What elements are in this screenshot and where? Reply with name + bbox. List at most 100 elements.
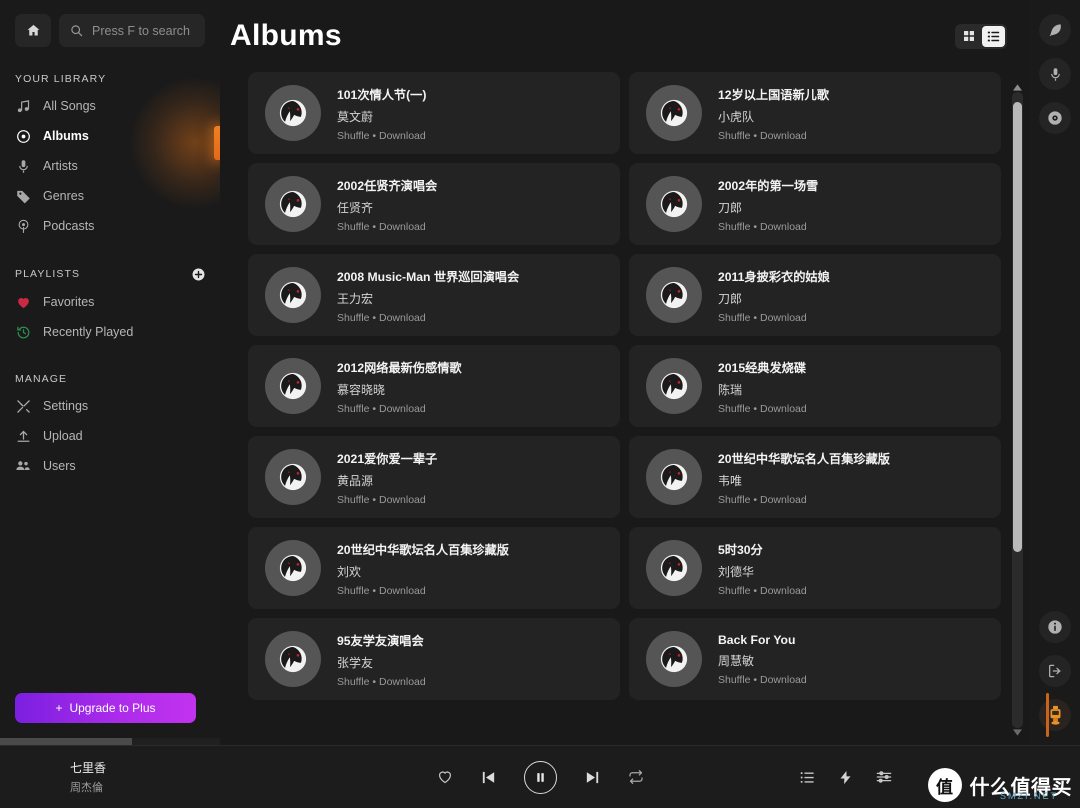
upgrade-to-plus-button[interactable]: + Upgrade to Plus	[15, 693, 196, 723]
album-cover[interactable]	[265, 267, 321, 323]
album-actions[interactable]: Shuffle • Download	[718, 585, 807, 597]
album-card[interactable]: 101次情人节(一) 莫文蔚 Shuffle • Download	[248, 72, 620, 154]
album-title: 12岁以上国语新儿歌	[718, 87, 830, 102]
album-cover[interactable]	[265, 176, 321, 232]
album-meta: 5时30分 刘德华 Shuffle • Download	[718, 540, 807, 597]
album-cover[interactable]	[646, 631, 702, 687]
album-cover[interactable]	[265, 631, 321, 687]
bolt-icon[interactable]	[838, 770, 853, 785]
album-actions[interactable]: Shuffle • Download	[718, 130, 829, 142]
album-cover[interactable]	[265, 358, 321, 414]
albums-vertical-scrollbar[interactable]	[1012, 83, 1023, 737]
album-title: 95友学友演唱会	[337, 633, 424, 648]
album-actions[interactable]: Shuffle • Download	[337, 312, 519, 324]
sidebar-item-artists[interactable]: Artists	[0, 151, 220, 181]
now-playing-info: 七里香 周杰倫	[0, 759, 280, 795]
logout-button[interactable]	[1039, 655, 1071, 687]
sidebar-item-albums[interactable]: Albums	[0, 121, 220, 151]
scrollbar-thumb[interactable]	[1013, 102, 1022, 552]
album-cover[interactable]	[646, 449, 702, 505]
sidebar-horizontal-scrollbar[interactable]	[0, 738, 220, 745]
album-placeholder-icon	[660, 372, 688, 400]
sidebar-item-upload[interactable]: Upload	[0, 421, 220, 451]
album-meta: 2021爱你爱一辈子 黄品源 Shuffle • Download	[337, 449, 437, 506]
album-card[interactable]: 2012网络最新伤感情歌 慕容晓晓 Shuffle • Download	[248, 345, 620, 427]
equalizer-icon[interactable]	[876, 769, 892, 785]
album-actions[interactable]: Shuffle • Download	[337, 221, 437, 233]
album-card[interactable]: 2021爱你爱一辈子 黄品源 Shuffle • Download	[248, 436, 620, 518]
main-content: Albums 101次情人节(一) 莫文蔚 Shuffle • Download	[220, 0, 1030, 745]
sidebar-item-all-songs[interactable]: All Songs	[0, 91, 220, 121]
scroll-down-arrow[interactable]	[1012, 728, 1023, 737]
scroll-up-arrow[interactable]	[1012, 83, 1023, 92]
album-actions[interactable]: Shuffle • Download	[337, 403, 462, 415]
favorite-icon[interactable]	[437, 769, 453, 785]
album-actions[interactable]: Shuffle • Download	[718, 674, 807, 686]
disc-icon	[1047, 110, 1063, 126]
sidebar-item-podcasts[interactable]: Podcasts	[0, 211, 220, 241]
album-actions[interactable]: Shuffle • Download	[718, 312, 830, 324]
grid-view-icon	[963, 30, 975, 42]
repeat-icon[interactable]	[628, 769, 644, 785]
album-card[interactable]: 20世纪中华歌坛名人百集珍藏版 刘欢 Shuffle • Download	[248, 527, 620, 609]
microphone-icon-button[interactable]	[1039, 58, 1071, 90]
album-card[interactable]: 2002年的第一场雪 刀郎 Shuffle • Download	[629, 163, 1001, 245]
album-card[interactable]: 20世纪中华歌坛名人百集珍藏版 韦唯 Shuffle • Download	[629, 436, 1001, 518]
scrollbar-track[interactable]	[1012, 92, 1023, 728]
album-cover[interactable]	[646, 176, 702, 232]
sidebar-item-settings[interactable]: Settings	[0, 391, 220, 421]
album-actions[interactable]: Shuffle • Download	[718, 221, 818, 233]
playlists-heading-row: PLAYLISTS	[0, 267, 220, 281]
disc-icon-button[interactable]	[1039, 102, 1071, 134]
album-actions[interactable]: Shuffle • Download	[337, 676, 426, 688]
view-toggle-group	[955, 23, 1007, 49]
next-icon[interactable]	[584, 769, 601, 786]
avatar[interactable]	[1039, 693, 1071, 737]
album-actions[interactable]: Shuffle • Download	[718, 494, 890, 506]
album-cover[interactable]	[646, 358, 702, 414]
feather-icon-button[interactable]	[1039, 14, 1071, 46]
album-card[interactable]: Back For You 周慧敏 Shuffle • Download	[629, 618, 1001, 700]
album-card[interactable]: 95友学友演唱会 张学友 Shuffle • Download	[248, 618, 620, 700]
home-button[interactable]	[15, 14, 51, 47]
album-card[interactable]: 12岁以上国语新儿歌 小虎队 Shuffle • Download	[629, 72, 1001, 154]
album-placeholder-icon	[660, 99, 688, 127]
album-placeholder-icon	[660, 554, 688, 582]
info-icon-button[interactable]	[1039, 611, 1071, 643]
previous-icon[interactable]	[480, 769, 497, 786]
album-actions[interactable]: Shuffle • Download	[337, 130, 426, 142]
add-playlist-button[interactable]	[191, 267, 205, 281]
album-cover[interactable]	[265, 540, 321, 596]
pause-button[interactable]	[523, 760, 557, 794]
album-artist: 黄品源	[337, 473, 374, 488]
sidebar-item-favorites[interactable]: Favorites	[0, 287, 220, 317]
album-artist: 刘欢	[337, 564, 362, 579]
sidebar-item-genres[interactable]: Genres	[0, 181, 220, 211]
album-meta: 2008 Music-Man 世界巡回演唱会 王力宏 Shuffle • Downl…	[337, 267, 519, 324]
search-input[interactable]: Press F to search	[59, 14, 205, 47]
album-card[interactable]: 2011身披彩衣的姑娘 刀郎 Shuffle • Download	[629, 254, 1001, 336]
album-artist: 周慧敏	[718, 653, 755, 668]
album-card[interactable]: 2002任贤齐演唱会 任贤齐 Shuffle • Download	[248, 163, 620, 245]
album-card[interactable]: 2008 Music-Man 世界巡回演唱会 王力宏 Shuffle • Downl…	[248, 254, 620, 336]
album-cover[interactable]	[646, 540, 702, 596]
album-actions[interactable]: Shuffle • Download	[337, 494, 437, 506]
album-cover[interactable]	[265, 449, 321, 505]
grid-view-button[interactable]	[957, 26, 980, 47]
album-title: 2002任贤齐演唱会	[337, 178, 438, 193]
watermark-badge: 值	[927, 768, 962, 802]
list-view-button[interactable]	[982, 25, 1005, 47]
album-actions[interactable]: Shuffle • Download	[718, 403, 807, 415]
app-root: Press F to search YOUR LIBRARY All Songs…	[0, 0, 1080, 808]
album-actions[interactable]: Shuffle • Download	[337, 585, 509, 597]
album-cover[interactable]	[646, 85, 702, 141]
right-rail	[1030, 0, 1080, 745]
album-card[interactable]: 5时30分 刘德华 Shuffle • Download	[629, 527, 1001, 609]
album-cover[interactable]	[265, 85, 321, 141]
album-placeholder-icon	[279, 554, 307, 582]
queue-icon[interactable]	[800, 770, 815, 785]
album-card[interactable]: 2015经典发烧碟 陈瑞 Shuffle • Download	[629, 345, 1001, 427]
sidebar-item-recently-played[interactable]: Recently Played	[0, 317, 220, 347]
album-cover[interactable]	[646, 267, 702, 323]
sidebar-item-users[interactable]: Users	[0, 451, 220, 481]
